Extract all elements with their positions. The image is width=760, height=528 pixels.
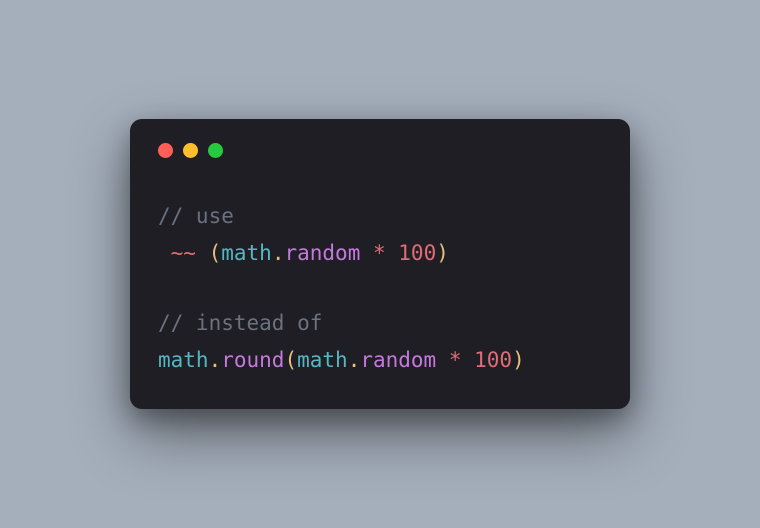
operator-tilde: ~~: [171, 241, 196, 265]
close-icon[interactable]: [158, 143, 173, 158]
minimize-icon[interactable]: [183, 143, 198, 158]
code-line: ~~ (math.random * 100): [158, 241, 449, 265]
code-comment: // use: [158, 204, 234, 228]
maximize-icon[interactable]: [208, 143, 223, 158]
blank-line: [158, 272, 602, 306]
traffic-lights: [158, 143, 602, 158]
code-line: math.round(math.random * 100): [158, 348, 525, 372]
code-block: // use ~~ (math.random * 100) // instead…: [158, 198, 602, 379]
code-window: // use ~~ (math.random * 100) // instead…: [130, 119, 630, 409]
code-comment: // instead of: [158, 311, 322, 335]
